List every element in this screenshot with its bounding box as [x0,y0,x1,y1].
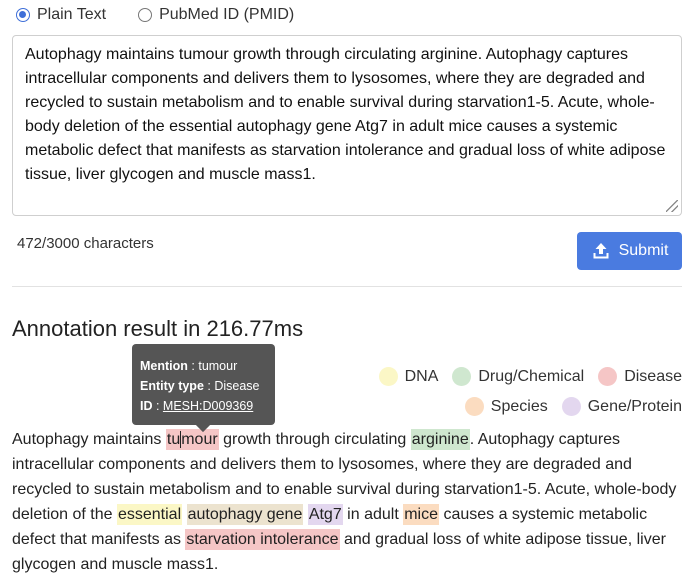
plain-text [182,506,186,523]
legend-swatch-species [464,397,484,416]
tooltip-type-key: Entity type [140,379,204,393]
radio-checked-icon[interactable] [16,8,30,22]
entity-starvation-intolerance[interactable]: starvation intolerance [185,529,340,550]
plain-text: in adult [342,506,404,523]
entity-tumour[interactable]: tumour [165,429,219,450]
entity-arginine[interactable]: arginine [410,429,470,450]
submit-button[interactable]: Submit [577,232,682,270]
upload-icon [591,241,611,261]
legend-label-species: Species [490,397,548,415]
legend-item-disease: Disease [598,365,682,388]
tooltip-mention-key: Mention [140,359,188,373]
entity-tumour-part2: mour [181,431,218,448]
tooltip-id-row: ID : MESH:D009369 [140,399,254,413]
annotated-text: Autophagy maintains tumour growth throug… [12,427,684,577]
input-mode-group: Plain Text PubMed ID (PMID) [16,4,294,26]
character-counter: 472/3000 characters [17,235,154,252]
radio-plain-text[interactable]: Plain Text [16,6,106,24]
legend-swatch-dna [378,367,398,386]
entity-legend: DNA Drug/Chemical Disease Species Gene/P… [342,365,682,418]
entity-tumour-part1: tu [166,431,181,448]
text-input-area[interactable]: Autophagy maintains tumour growth throug… [12,35,682,216]
tooltip-id-key: ID [140,399,153,413]
legend-label-disease: Disease [624,367,682,385]
legend-swatch-disease [598,367,618,386]
legend-label-gene: Gene/Protein [587,397,682,415]
entity-tooltip: Mention : tumour Entity type : Disease I… [132,344,275,425]
legend-label-dna: DNA [404,367,439,385]
tooltip-mention-row: Mention : tumour [140,359,238,373]
legend-item-gene: Gene/Protein [561,395,682,418]
radio-plain-text-label: Plain Text [37,6,107,23]
result-title: Annotation result in 216.77ms [12,316,304,341]
radio-pmid-label: PubMed ID (PMID) [159,6,295,23]
tooltip-type-value: Disease [214,379,260,393]
radio-pmid[interactable]: PubMed ID (PMID) [138,6,294,24]
legend-item-chemical: Drug/Chemical [452,365,584,388]
tooltip-mesh-link[interactable]: MESH:D009369 [163,399,253,413]
section-divider [12,286,682,287]
legend-swatch-chemical [452,367,472,386]
legend-item-dna: DNA [378,365,439,388]
tooltip-mention-value: tumour [198,359,238,373]
plain-text: Autophagy maintains [12,431,166,448]
text-input-content: Autophagy maintains tumour growth throug… [25,46,666,183]
resize-handle-icon[interactable] [666,200,678,212]
legend-item-species: Species [464,395,548,418]
plain-text: growth through circulating [218,431,411,448]
legend-swatch-gene [561,397,581,416]
tooltip-type-row: Entity type : Disease [140,379,260,393]
entity-essential[interactable]: essential [116,504,183,525]
entity-mice[interactable]: mice [403,504,439,525]
entity-autophagy-gene[interactable]: autophagy gene [186,504,304,525]
radio-unchecked-icon[interactable] [138,8,153,22]
legend-label-chemical: Drug/Chemical [478,367,585,385]
entity-atg7[interactable]: Atg7 [307,504,343,525]
submit-label: Submit [618,242,669,259]
